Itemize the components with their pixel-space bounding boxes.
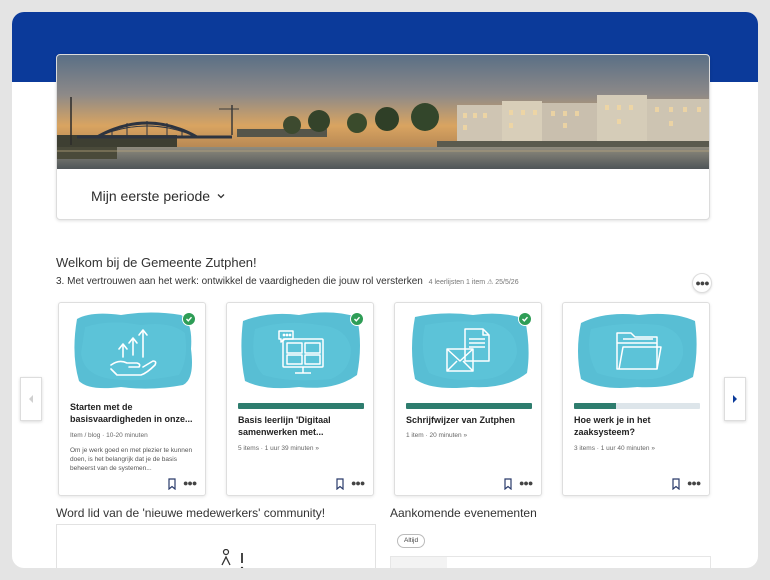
bookmark-icon[interactable] <box>503 478 513 490</box>
app-frame: Mijn eerste periode Welkom bij de Gemeen… <box>12 12 758 568</box>
more-dots-icon: ●●● <box>695 278 709 288</box>
learning-path-title: 3. Met vertrouwen aan het werk: ontwikke… <box>56 276 423 287</box>
card-title: Starten met de basisvaardigheden in onze… <box>70 402 193 424</box>
learning-card[interactable]: Hoe werk je in het zaaksysteem? 3 items … <box>562 302 710 496</box>
card-progress-bar <box>406 403 532 409</box>
hero-card: Mijn eerste periode <box>56 54 710 220</box>
welcome-heading: Welkom bij de Gemeente Zutphen! <box>56 255 257 270</box>
carousel-prev-button[interactable] <box>20 377 42 421</box>
carousel-next-button[interactable] <box>724 377 746 421</box>
community-illustration-icon <box>221 549 244 568</box>
card-title: Schrijfwijzer van Zutphen <box>406 415 516 425</box>
card-progress-bar <box>574 403 700 409</box>
bookmark-icon[interactable] <box>335 478 345 490</box>
card-more-button[interactable]: ●●● <box>687 478 701 488</box>
learning-path-meta: 4 leerlijsten 1 item ⚠ 25/5/26 <box>428 279 519 286</box>
chevron-right-icon <box>733 395 737 403</box>
completed-check-icon <box>182 312 196 326</box>
watercolor-thumbnail <box>74 312 192 389</box>
community-heading: Word lid van de 'nieuwe medewerkers' com… <box>56 506 326 520</box>
card-description: Om je werk goed en met plezier te kunnen… <box>70 447 193 472</box>
chevron-left-icon <box>29 395 33 403</box>
hero-banner-image <box>57 55 709 169</box>
watercolor-thumbnail <box>412 313 529 388</box>
community-panel <box>56 524 376 568</box>
learning-card[interactable]: Schrijfwijzer van Zutphen 1 item · 20 mi… <box>394 302 542 496</box>
card-meta: Item / blog · 10-20 minuten <box>70 432 148 439</box>
period-dropdown[interactable]: Mijn eerste periode <box>91 188 226 204</box>
bookmark-icon[interactable] <box>671 478 681 490</box>
events-filter-pill[interactable]: Altijd <box>397 534 426 548</box>
card-meta: 5 items · 1 uur 39 minuten » <box>238 445 319 452</box>
watercolor-thumbnail <box>578 313 697 388</box>
bookmark-icon[interactable] <box>167 478 177 490</box>
card-title: Basis leerlijn 'Digitaal samenwerken met… <box>238 415 331 437</box>
watercolor-thumbnail <box>241 312 360 389</box>
card-more-button[interactable]: ●●● <box>519 478 533 488</box>
learning-card[interactable]: Starten met de basisvaardigheden in onze… <box>58 302 206 496</box>
chevron-down-icon <box>217 194 225 199</box>
card-meta: 3 items · 1 uur 40 minuten » <box>574 445 655 452</box>
events-panel <box>390 556 711 568</box>
card-more-button[interactable]: ●●● <box>183 478 197 488</box>
completed-check-icon <box>350 312 364 326</box>
card-more-button[interactable]: ●●● <box>351 478 365 488</box>
events-date-column <box>391 557 447 568</box>
learning-card[interactable]: Basis leerlijn 'Digitaal samenwerken met… <box>226 302 374 496</box>
period-label: Mijn eerste periode <box>91 188 211 204</box>
card-progress-bar <box>238 403 364 409</box>
learning-path-more-button[interactable]: ●●● <box>692 273 712 293</box>
completed-check-icon <box>518 312 532 326</box>
card-meta: 1 item · 20 minuten » <box>406 432 468 439</box>
learning-path-heading[interactable]: 3. Met vertrouwen aan het werk: ontwikke… <box>56 276 519 287</box>
card-title: Hoe werk je in het zaaksysteem? <box>574 415 651 437</box>
events-heading: Aankomende evenementen <box>390 506 537 520</box>
